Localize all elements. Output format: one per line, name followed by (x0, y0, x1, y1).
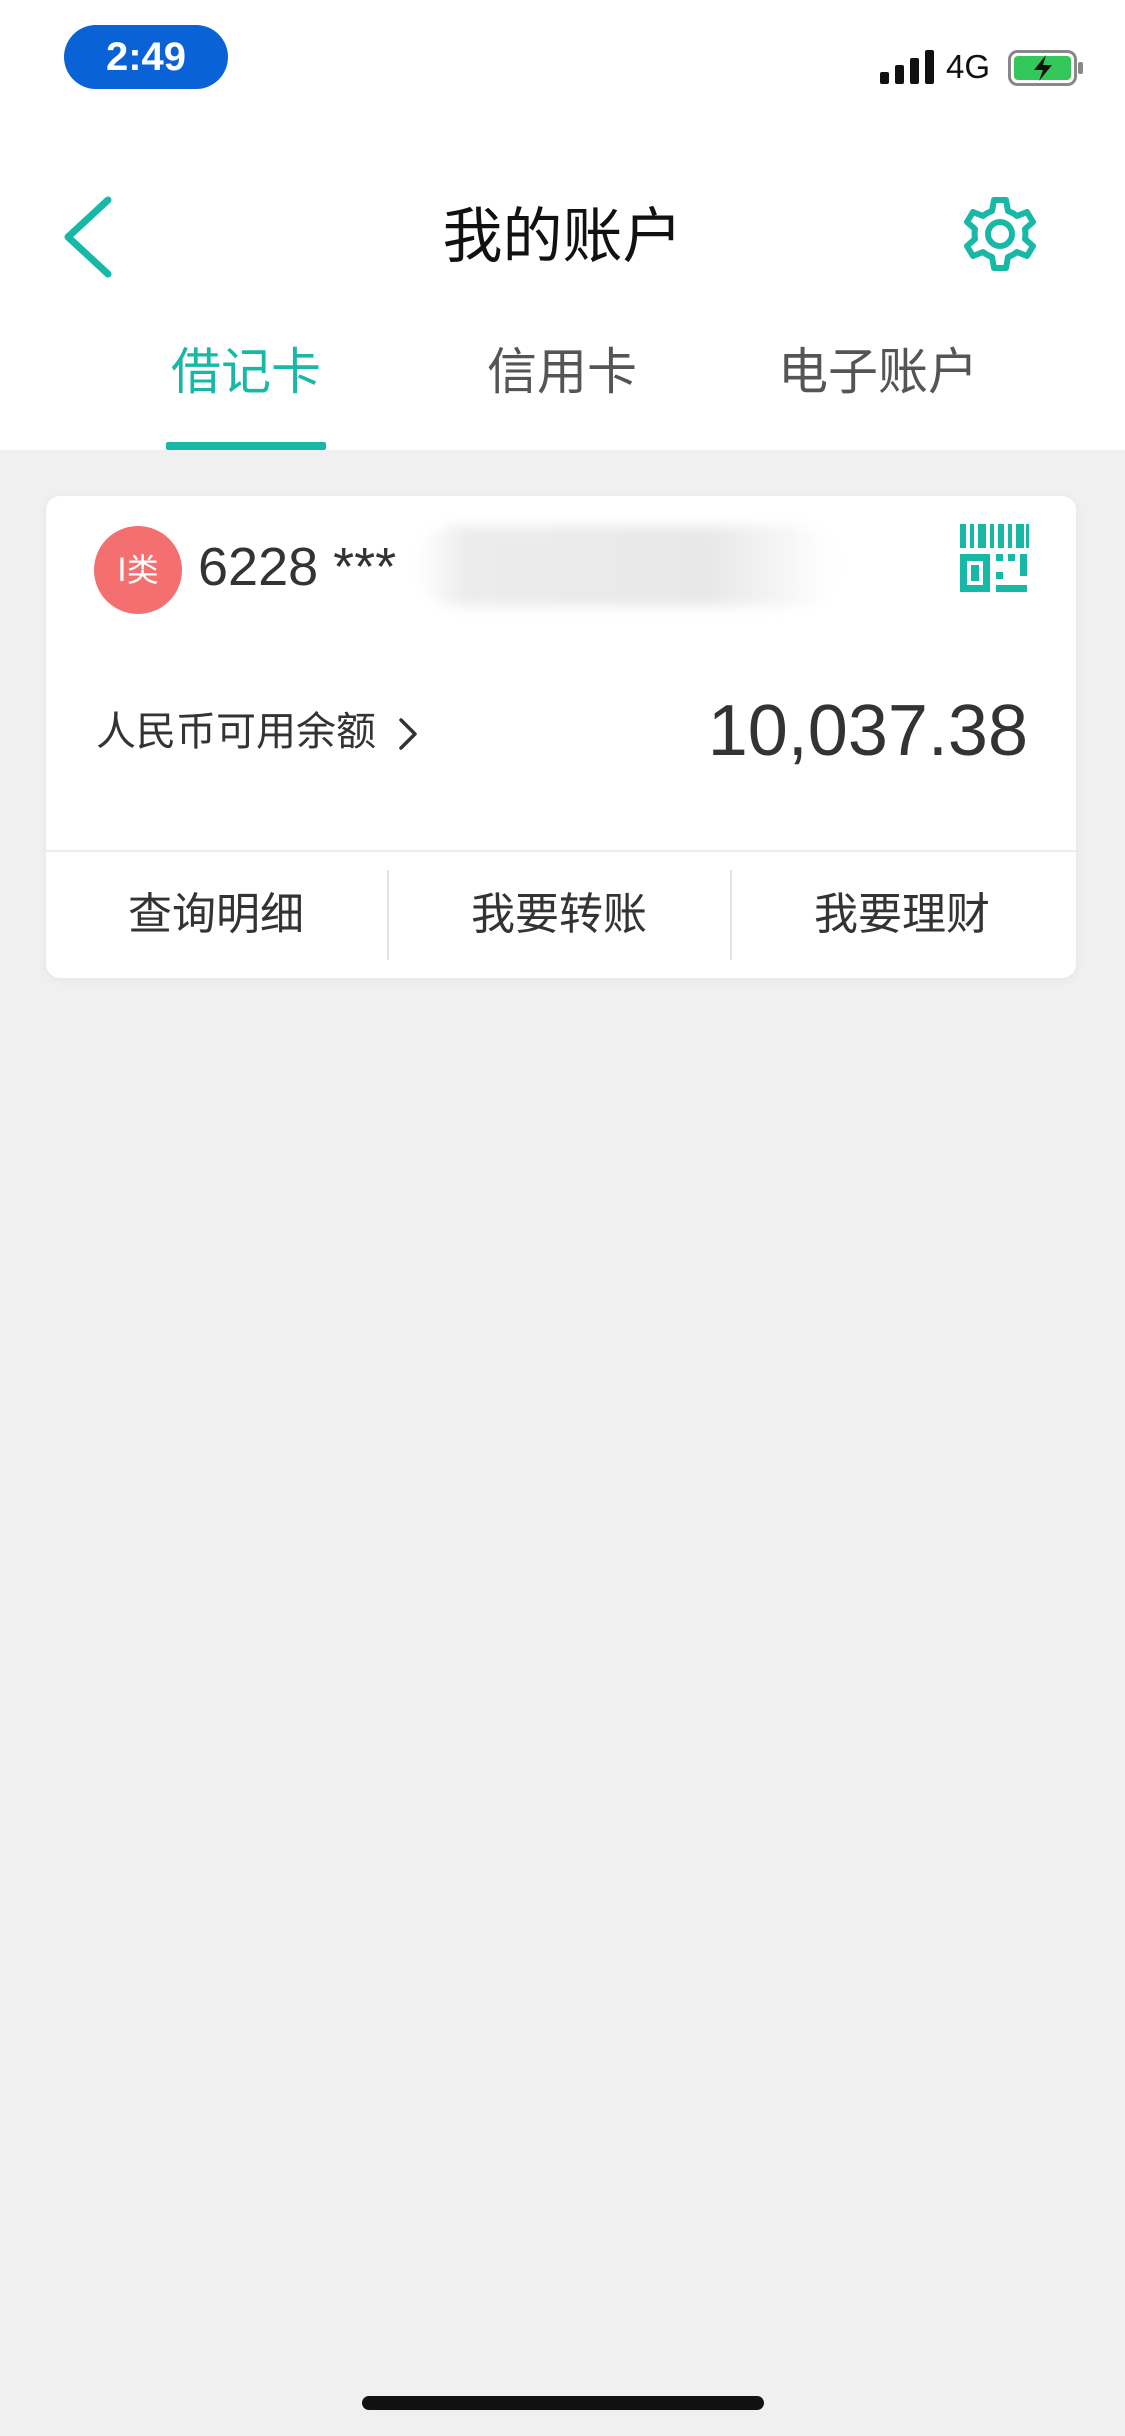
active-tab-indicator (166, 442, 326, 450)
tab-debit-card[interactable]: 借记卡 (116, 322, 376, 450)
signal-bars-icon (880, 50, 934, 84)
balance-label-text: 人民币可用余额 (96, 709, 376, 755)
gear-icon[interactable] (954, 188, 1046, 280)
card-type-badge: I类 (94, 526, 182, 614)
transaction-details-button[interactable]: 查询明细 (46, 852, 386, 978)
balance-amount: 10,037.38 (707, 691, 1028, 771)
home-indicator[interactable] (362, 2396, 764, 2410)
wealth-management-button[interactable]: 我要理财 (732, 852, 1072, 978)
account-tabs: 借记卡 信用卡 电子账户 (0, 322, 1125, 450)
transfer-button[interactable]: 我要转账 (389, 852, 729, 978)
screen: 2:49 4G 我的账户 借记卡 信用卡 电子账户 I类 6228 *** 人民… (0, 0, 1125, 2436)
card-number: 6228 *** (198, 537, 397, 597)
balance-label[interactable]: 人民币可用余额 (96, 702, 421, 762)
header: 我的账户 借记卡 信用卡 电子账户 (0, 132, 1125, 450)
battery-charging-icon (1008, 50, 1083, 86)
status-time[interactable]: 2:49 (64, 25, 228, 89)
debit-card-panel: I类 6228 *** 人民币可用余额 10,037.38 查询明细 我要转账 … (46, 496, 1076, 978)
card-actions: 查询明细 我要转账 我要理财 (46, 852, 1076, 978)
chevron-right-icon (398, 718, 417, 750)
tab-credit-card[interactable]: 信用卡 (432, 322, 692, 450)
status-bar: 2:49 4G (0, 0, 1125, 132)
qr-code-icon[interactable] (958, 522, 1030, 594)
tab-e-account[interactable]: 电子账户 (748, 322, 1008, 450)
card-number-blur (416, 526, 836, 606)
network-type: 4G (946, 48, 991, 85)
